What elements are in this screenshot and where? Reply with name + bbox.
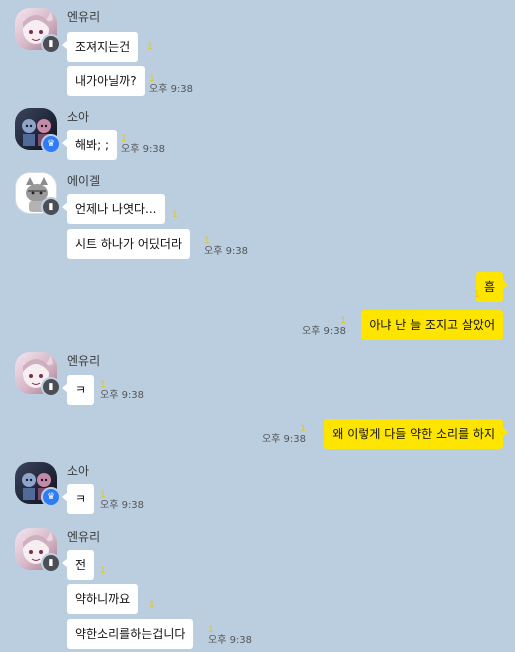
profile-badge-icon: ▮ <box>41 377 61 397</box>
message-bubble[interactable]: ㅋ <box>61 484 95 514</box>
message-meta: 1 오후 9:38 <box>301 316 346 337</box>
sender-name: 엔유리 <box>67 354 101 368</box>
message-bubble[interactable]: 약한소리를하는겁니다 <box>67 619 194 649</box>
message-meta: 1 오후 9:38 <box>121 134 166 155</box>
message-bubble[interactable]: 내가아닐까? <box>67 66 145 96</box>
message-meta: 1 오후 9:38 <box>100 490 145 511</box>
chat-room: ▮ 엔유리 조져지는건 1 내가아닐까? 1 오후 9:38 ♛ 소아 해봐; ;… <box>0 0 515 652</box>
timestamp: 오후 9:38 <box>204 246 249 257</box>
message-bubble[interactable]: 해봐; ; <box>62 130 117 160</box>
profile-badge-icon: ▮ <box>41 34 61 54</box>
timestamp: 오후 9:38 <box>208 635 253 646</box>
profile-badge-icon: ▮ <box>41 553 61 573</box>
message-bubble[interactable]: 시트 하나가 어딨더라 <box>67 229 190 259</box>
sender-name: 소아 <box>67 110 90 124</box>
my-message-bubble[interactable]: 아냐 난 늘 조지고 살았어 <box>361 310 503 340</box>
message-bubble[interactable]: 조져지는건 <box>61 32 139 62</box>
timestamp: 오후 9:38 <box>261 434 306 445</box>
message-meta: 1 오후 9:38 <box>100 380 145 401</box>
profile-badge-icon: ▮ <box>41 197 61 217</box>
unread-count: 1 <box>172 210 178 220</box>
message-bubble[interactable]: 약하니까요 <box>67 584 139 614</box>
message-bubble[interactable]: ㅋ <box>61 375 95 405</box>
message-bubble[interactable]: 전 <box>61 550 95 580</box>
timestamp: 오후 9:38 <box>100 500 145 511</box>
crown-badge-icon: ♛ <box>41 487 61 507</box>
my-message-bubble[interactable]: 왜 이렇게 다들 약한 소리를 하지 <box>324 419 508 449</box>
my-message-bubble[interactable]: 흠 <box>475 272 509 302</box>
message-meta: 1 오후 9:38 <box>204 236 249 257</box>
timestamp: 오후 9:38 <box>100 390 145 401</box>
sender-name: 엔유리 <box>67 10 101 24</box>
timestamp: 오후 9:38 <box>149 84 194 95</box>
message-meta: 1 오후 9:38 <box>208 625 253 646</box>
timestamp: 오후 9:38 <box>121 144 166 155</box>
message-meta: 1 오후 9:38 <box>261 424 306 445</box>
message-meta: 1 오후 9:38 <box>149 74 194 95</box>
sender-name: 소아 <box>67 464 90 478</box>
unread-count: 1 <box>474 290 480 300</box>
sender-name: 에이겔 <box>67 174 101 188</box>
unread-count: 1 <box>100 566 106 576</box>
message-bubble[interactable]: 언제나 나엿다... <box>62 194 165 224</box>
timestamp: 오후 9:38 <box>301 326 346 337</box>
unread-count: 1 <box>149 600 155 610</box>
crown-badge-icon: ♛ <box>41 134 61 154</box>
unread-count: 1 <box>147 42 153 52</box>
sender-name: 엔유리 <box>67 530 101 544</box>
